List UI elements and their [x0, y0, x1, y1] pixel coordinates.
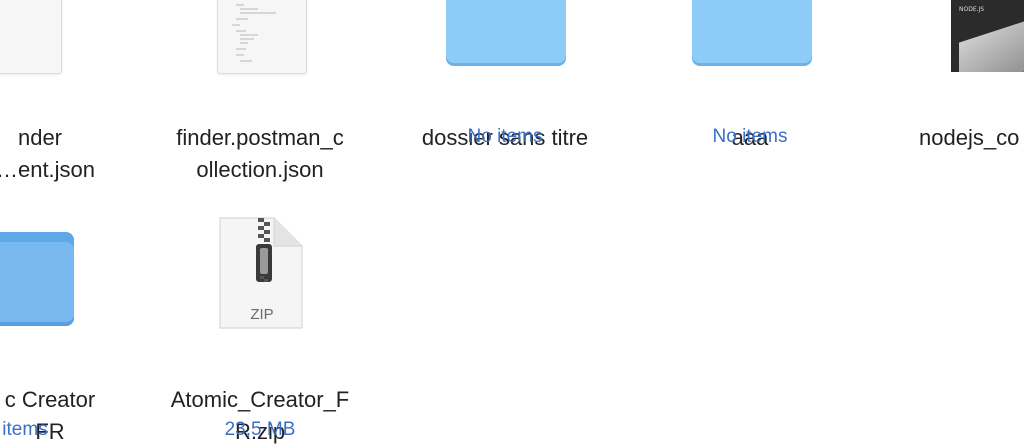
- nodejs-thumbnail-icon: NODE.JS: [951, 0, 1024, 72]
- file-name-line-2: ollection.json: [196, 157, 324, 182]
- code-preview-icon: [232, 4, 276, 62]
- folder-item-count: No items: [712, 126, 788, 147]
- zip-label: ZIP: [250, 306, 274, 323]
- file-name: finder.postman_c ollection.json: [150, 90, 370, 186]
- file-name: nodejs_co: [919, 90, 1024, 154]
- folder-icon: [446, 0, 566, 66]
- folder-item-count: items: [2, 419, 48, 440]
- folder-icon: [0, 232, 74, 326]
- folder-item-aaa[interactable]: aaa No items: [640, 0, 860, 160]
- json-file-icon: [217, 0, 307, 74]
- file-item-nodejs[interactable]: NODE.JS nodejs_co: [905, 0, 1024, 160]
- file-name-line-1: nder: [17, 125, 63, 150]
- folder-item-dossier-sans-titre[interactable]: dossier sans titre No items: [395, 0, 615, 160]
- folder-name-line-1: c Creator: [4, 387, 96, 412]
- folder-item-count: No items: [467, 126, 543, 147]
- laptop-image: [959, 13, 1024, 72]
- file-item-atomic-creator-zip[interactable]: ZIP Atomic_Creator_F R.zip 23,5 MB: [150, 200, 370, 444]
- file-name-line-1: Atomic_Creator_F: [170, 387, 350, 412]
- folder-icon: [692, 0, 812, 66]
- file-name-line-1: nodejs_co: [919, 125, 1020, 150]
- thumbnail-title: NODE.JS: [959, 6, 985, 13]
- json-file-icon: [0, 0, 62, 74]
- file-size: 23,5 MB: [224, 419, 296, 440]
- file-name: nder s…ent.json: [0, 90, 120, 186]
- file-item-finder-json[interactable]: nder s…ent.json: [0, 0, 140, 182]
- file-item-postman-collection[interactable]: finder.postman_c ollection.json: [150, 0, 370, 182]
- file-name-line-1: finder.postman_c: [176, 125, 344, 150]
- folder-item-atomic-creator[interactable]: c Creator FR items: [0, 200, 140, 444]
- file-name-line-2: s…ent.json: [0, 157, 96, 182]
